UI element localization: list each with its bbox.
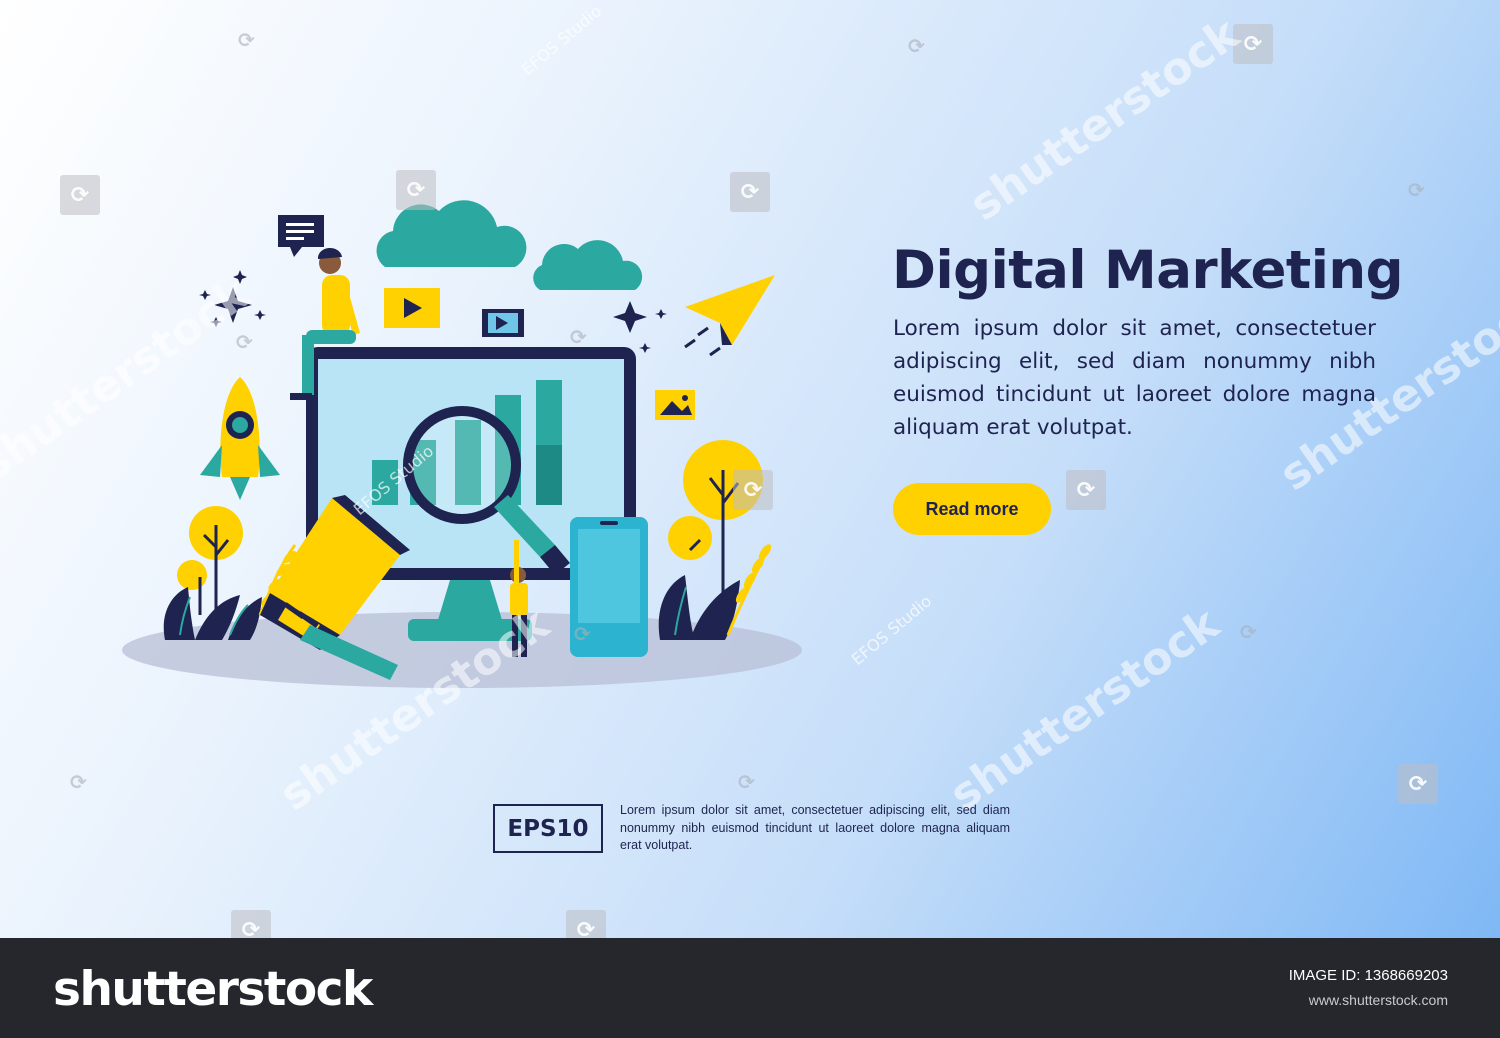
watermark-logo-icon: ⟳ bbox=[238, 28, 255, 52]
watermark-logo-icon: ⟳ bbox=[1408, 178, 1425, 202]
watermark-logo-icon: ⟳ bbox=[574, 622, 591, 646]
rocket-icon bbox=[200, 377, 280, 500]
eps-badge: EPS10 bbox=[493, 804, 603, 853]
watermark-logo-icon: ⟳ bbox=[738, 770, 755, 794]
watermark-logo-icon: ⟳ bbox=[60, 175, 100, 215]
cloud-icon bbox=[533, 240, 643, 290]
watermark-logo-icon: ⟳ bbox=[908, 34, 925, 58]
watermark-logo-icon: ⟳ bbox=[733, 470, 773, 510]
cloud-icon bbox=[376, 200, 527, 267]
watermark-studio-text: EFOS Studio bbox=[517, 1, 606, 79]
watermark-logo-icon: ⟳ bbox=[1240, 620, 1257, 644]
watermark-text: shutterstock bbox=[940, 598, 1229, 821]
film-icon bbox=[482, 309, 524, 337]
image-icon bbox=[655, 390, 695, 420]
hero-description: Lorem ipsum dolor sit amet, consectetuer… bbox=[893, 316, 1376, 440]
watermark-logo-icon: ⟳ bbox=[730, 172, 770, 212]
watermark-logo-icon: ⟳ bbox=[231, 910, 271, 938]
hero-banner: ⟳ ⟳ ⟳ ⟳ ⟳ ⟳ ⟳ ⟳ ⟳ ⟳ ⟳ ⟳ ⟳ ⟳ ⟳ ⟳ ⟳ ⟳ shut… bbox=[0, 0, 1500, 938]
page-title: Digital Marketing bbox=[892, 240, 1404, 301]
digital-marketing-illustration bbox=[122, 200, 802, 688]
image-id-label: IMAGE ID: bbox=[1288, 967, 1361, 984]
watermark-logo-icon: ⟳ bbox=[1233, 24, 1273, 64]
eps-description: Lorem ipsum dolor sit amet, consectetuer… bbox=[620, 803, 1010, 852]
watermark-logo-icon: ⟳ bbox=[396, 170, 436, 210]
watermark-studio-text: EFOS Studio bbox=[847, 591, 936, 669]
watermark-logo-icon: ⟳ bbox=[70, 770, 87, 794]
site-url-link[interactable]: www.shutterstock.com bbox=[1309, 992, 1448, 1008]
page: ⟳ ⟳ ⟳ ⟳ ⟳ ⟳ ⟳ ⟳ ⟳ ⟳ ⟳ ⟳ ⟳ ⟳ ⟳ ⟳ ⟳ ⟳ shut… bbox=[0, 0, 1500, 1038]
watermark-text: shutterstock bbox=[960, 8, 1249, 231]
read-more-button[interactable]: Read more bbox=[893, 483, 1051, 535]
shutterstock-logo[interactable]: shutterstock bbox=[53, 962, 373, 1017]
watermark-logo-icon: ⟳ bbox=[570, 325, 587, 349]
image-id-value: 1368669203 bbox=[1364, 967, 1448, 984]
watermark-logo-icon: ⟳ bbox=[566, 910, 606, 938]
image-id: IMAGE ID: 1368669203 bbox=[1289, 967, 1448, 984]
watermark-logo-icon: ⟳ bbox=[1398, 764, 1438, 804]
video-play-icon bbox=[384, 288, 440, 328]
chat-bubble-icon bbox=[278, 215, 324, 257]
watermark-logo-icon: ⟳ bbox=[236, 330, 253, 354]
paper-plane-icon bbox=[684, 275, 775, 357]
watermark-logo-icon: ⟳ bbox=[1066, 470, 1106, 510]
